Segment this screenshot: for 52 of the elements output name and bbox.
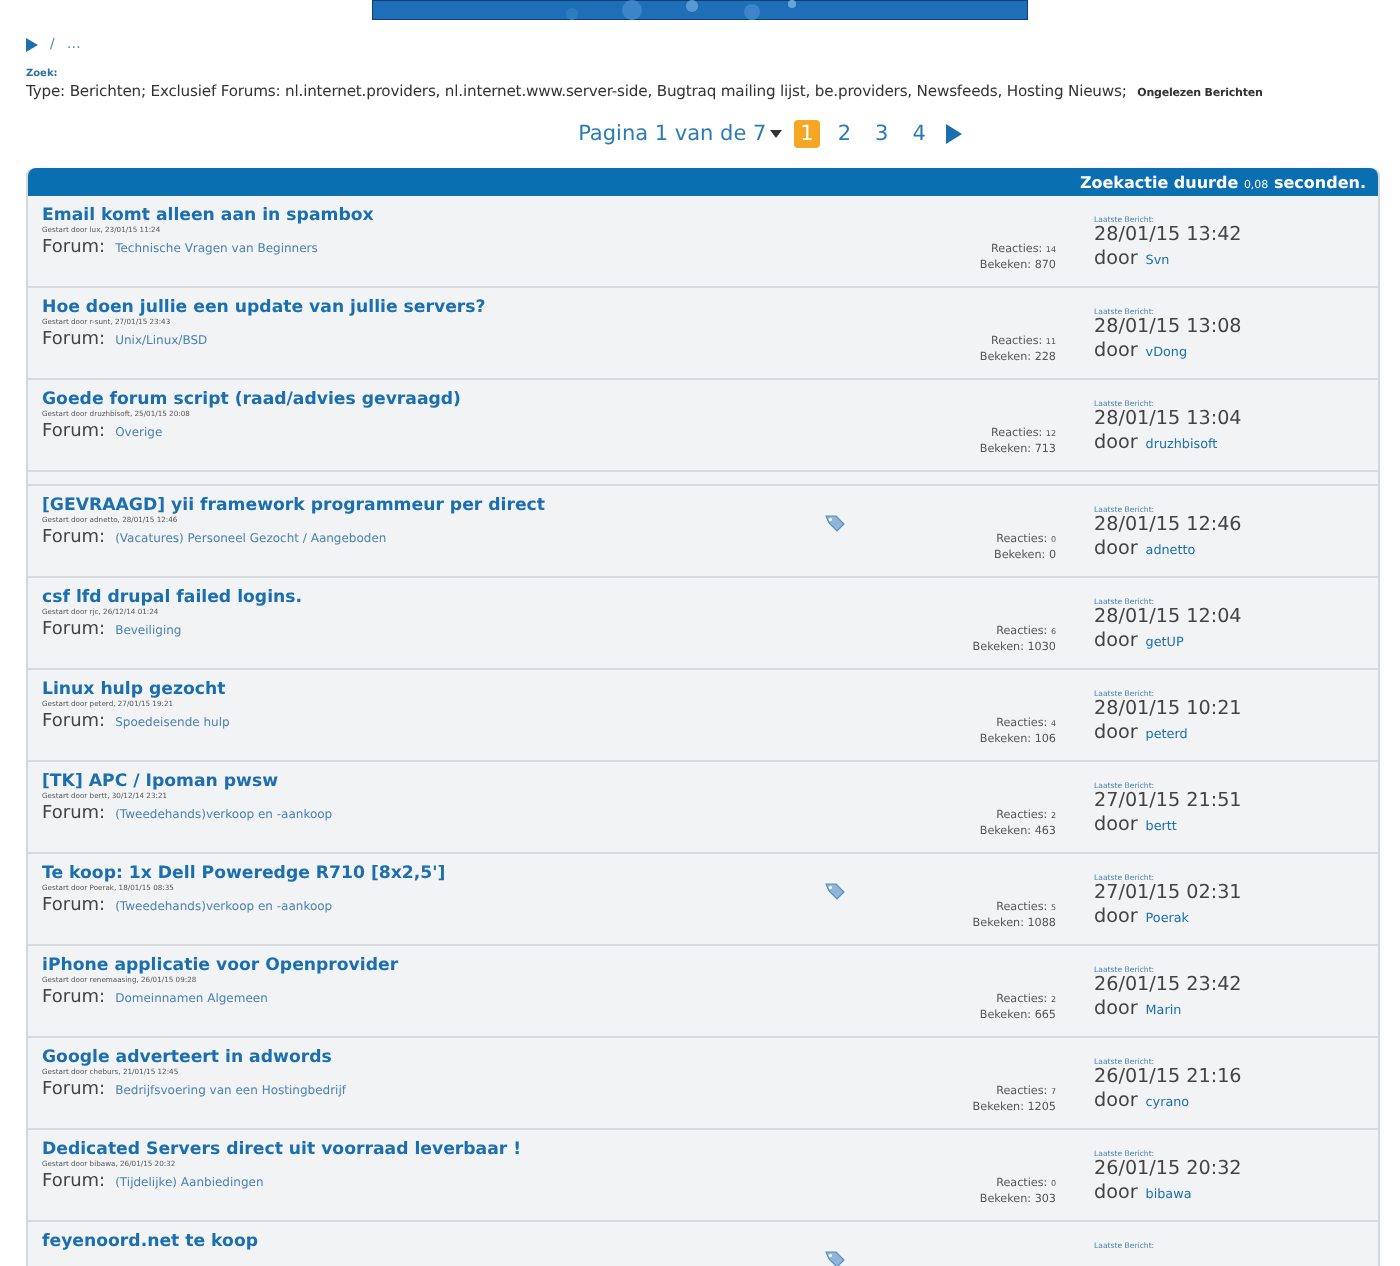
forum-label: Forum: [42, 804, 106, 824]
thread-title-link[interactable]: Dedicated Servers direct uit voorraad leverbaar ! [42, 1140, 824, 1160]
by-label: door [1094, 538, 1138, 560]
last-post-date: 26/01/15 20:32 [1094, 1158, 1244, 1180]
thread-title-link[interactable]: Linux hulp gezocht [42, 680, 824, 700]
by-label: door [1094, 432, 1138, 454]
last-post-date: 28/01/15 10:21 [1094, 698, 1244, 720]
forum-label: Forum: [42, 330, 106, 350]
last-post-date: 28/01/15 13:08 [1094, 316, 1244, 338]
forum-label: Forum: [42, 1080, 106, 1100]
thread-title-link[interactable]: Goede forum script (raad/advies gevraagd) [42, 390, 824, 410]
forum-label: Forum: [42, 712, 106, 732]
by-label: door [1094, 248, 1138, 270]
forum-label: Forum: [42, 528, 106, 548]
by-label: door [1094, 906, 1138, 928]
last-post-date: 27/01/15 02:31 [1094, 882, 1244, 904]
forum-label: Forum: [42, 238, 106, 258]
thread-title-link[interactable]: iPhone applicatie voor Openprovider [42, 956, 824, 976]
thread-title-link[interactable]: csf lfd drupal failed logins. [42, 588, 824, 608]
thread-title-link[interactable]: Hoe doen jullie een update van jullie servers? [42, 298, 824, 318]
forum-label: Forum: [42, 620, 106, 640]
last-post-date: 26/01/15 23:42 [1094, 974, 1244, 996]
last-post-date: 26/01/15 21:16 [1094, 1066, 1244, 1088]
next-page-icon[interactable] [943, 124, 962, 144]
page-link[interactable]: 2 [831, 120, 858, 148]
thread-title-link[interactable]: feyenoord.net te koop [42, 1232, 824, 1252]
page-link[interactable]: 4 [906, 120, 932, 148]
last-post-date: 28/01/15 12:46 [1094, 514, 1244, 536]
thread-title-link[interactable]: Te koop: 1x Dell Poweredge R710 [8x2,5'] [42, 864, 824, 884]
page-select[interactable]: Pagina 1 van de 7 [578, 122, 783, 146]
expand-icon[interactable] [26, 37, 38, 51]
page-link[interactable]: 3 [869, 120, 895, 148]
thread-title-link[interactable]: Google adverteert in adwords [42, 1048, 824, 1068]
caret-icon[interactable] [770, 130, 783, 138]
forum-label: Forum: [42, 1172, 106, 1192]
by-label: door [1094, 814, 1138, 836]
forum-label: Forum: [42, 896, 106, 916]
by-label: door [1094, 340, 1138, 362]
by-label: door [1094, 1090, 1138, 1112]
forum-label: Forum: [42, 988, 106, 1008]
last-post-date: 28/01/15 12:04 [1094, 606, 1244, 628]
last-post-date: 27/01/15 21:51 [1094, 790, 1244, 812]
last-post-date: 28/01/15 13:04 [1094, 408, 1244, 430]
last-post-date: 28/01/15 13:42 [1094, 224, 1244, 246]
by-label: door [1094, 1182, 1138, 1204]
thread-title-link[interactable]: [TK] APC / Ipoman pwsw [42, 772, 824, 792]
forum-label: Forum: [42, 422, 106, 442]
thread-title-link[interactable]: [GEVRAAGD] yii framework programmeur per direct [42, 496, 824, 516]
thread-title-link[interactable]: Email komt alleen aan in spambox [42, 206, 824, 226]
by-label: door [1094, 722, 1138, 744]
by-label: door [1094, 630, 1138, 652]
by-label: door [1094, 998, 1138, 1020]
